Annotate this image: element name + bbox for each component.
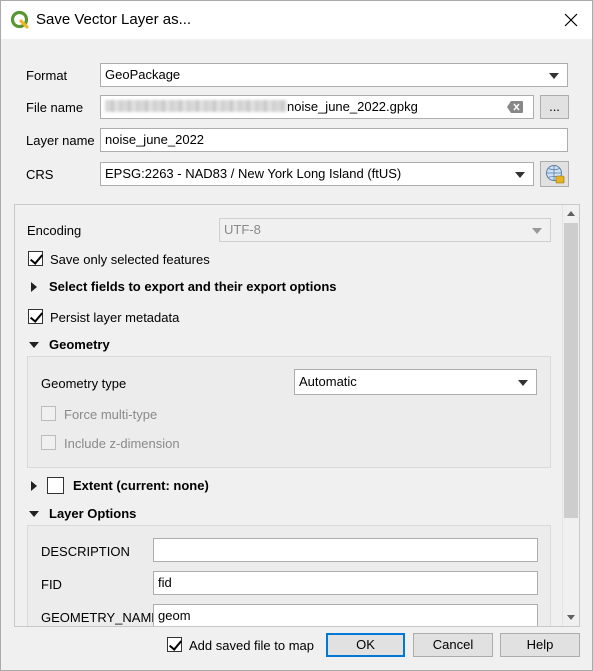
help-button[interactable]: Help <box>500 633 580 657</box>
crs-combo[interactable]: EPSG:2263 - NAD83 / New York Long Island… <box>100 162 534 186</box>
filename-input[interactable]: noise_june_2022.gpkg <box>100 95 534 119</box>
options-scroll-area[interactable]: Encoding UTF-8 Save only selected featur… <box>14 204 580 627</box>
vertical-scrollbar[interactable] <box>562 205 579 626</box>
expand-right-icon[interactable] <box>31 481 37 491</box>
cancel-button[interactable]: Cancel <box>413 633 493 657</box>
browse-button[interactable]: ... <box>540 95 569 119</box>
chevron-down-icon <box>515 172 525 178</box>
close-button[interactable] <box>556 5 586 35</box>
format-label: Format <box>26 68 68 83</box>
redacted-path <box>105 100 287 112</box>
add-to-map-checkbox[interactable] <box>167 637 182 652</box>
close-icon <box>564 13 578 27</box>
collapse-down-icon[interactable] <box>29 511 39 517</box>
save-selected-label: Save only selected features <box>50 252 210 267</box>
extent-checkbox[interactable] <box>47 477 64 494</box>
format-combo[interactable]: GeoPackage <box>100 63 568 87</box>
clear-text-icon[interactable] <box>507 101 523 113</box>
chevron-down-icon <box>549 73 559 79</box>
geometry-group: Geometry type Automatic Force multi-type… <box>27 356 551 468</box>
include-z-label: Include z-dimension <box>64 436 180 451</box>
scrollbar-thumb[interactable] <box>564 223 578 518</box>
title-bar[interactable]: Save Vector Layer as... <box>1 1 592 39</box>
arrow-down-icon <box>567 615 575 620</box>
qgis-logo-icon <box>10 10 29 29</box>
force-multi-checkbox[interactable] <box>41 406 56 421</box>
chevron-down-icon <box>518 380 528 386</box>
encoding-label: Encoding <box>27 223 82 238</box>
add-to-map-label: Add saved file to map <box>189 638 315 653</box>
persist-metadata-label: Persist layer metadata <box>50 310 180 325</box>
layername-value: noise_june_2022 <box>105 132 205 147</box>
persist-metadata-checkbox[interactable] <box>28 309 43 324</box>
filename-value: noise_june_2022.gpkg <box>287 99 418 114</box>
layer-options-group: DESCRIPTION FID fid GEOMETRY_NAME geom <box>27 525 551 626</box>
encoding-value: UTF-8 <box>224 222 261 237</box>
arrow-up-icon <box>567 211 575 216</box>
chevron-down-icon <box>532 228 542 234</box>
option-key: GEOMETRY_NAME <box>41 610 160 625</box>
scroll-up-button[interactable] <box>563 205 579 222</box>
select-fields-section[interactable]: Select fields to export and their export… <box>49 279 337 294</box>
layername-input[interactable]: noise_june_2022 <box>100 128 568 152</box>
geometry-type-value: Automatic <box>299 374 357 389</box>
crs-label: CRS <box>26 167 54 182</box>
geometry-section-header[interactable]: Geometry <box>49 337 110 352</box>
force-multi-label: Force multi-type <box>64 407 158 422</box>
option-description-input[interactable] <box>153 538 538 562</box>
save-vector-layer-dialog: Save Vector Layer as... Format GeoPackag… <box>0 0 593 671</box>
encoding-combo[interactable]: UTF-8 <box>219 218 551 242</box>
option-fid-input[interactable]: fid <box>153 571 538 595</box>
scroll-down-button[interactable] <box>563 609 579 626</box>
option-geometry-name-input[interactable]: geom <box>153 604 538 626</box>
geometry-type-label: Geometry type <box>41 376 127 391</box>
option-value: fid <box>158 575 172 590</box>
crs-select-button[interactable] <box>540 161 569 187</box>
options-content: Encoding UTF-8 Save only selected featur… <box>15 205 563 626</box>
extent-section[interactable]: Extent (current: none) <box>73 478 209 493</box>
expand-right-icon[interactable] <box>31 282 37 292</box>
layername-label: Layer name <box>26 133 95 148</box>
ok-button[interactable]: OK <box>326 633 405 657</box>
option-key: DESCRIPTION <box>41 544 130 559</box>
include-z-checkbox[interactable] <box>41 435 56 450</box>
window-title: Save Vector Layer as... <box>36 11 192 28</box>
format-value: GeoPackage <box>105 67 181 82</box>
geometry-type-combo[interactable]: Automatic <box>294 369 537 395</box>
option-key: FID <box>41 577 62 592</box>
option-value: geom <box>158 608 191 623</box>
filename-label: File name <box>26 100 84 115</box>
collapse-down-icon[interactable] <box>29 342 39 348</box>
save-selected-checkbox[interactable] <box>28 251 43 266</box>
crs-value: EPSG:2263 - NAD83 / New York Long Island… <box>105 166 402 181</box>
layer-options-section-header[interactable]: Layer Options <box>49 506 136 521</box>
globe-crs-icon <box>545 165 564 184</box>
